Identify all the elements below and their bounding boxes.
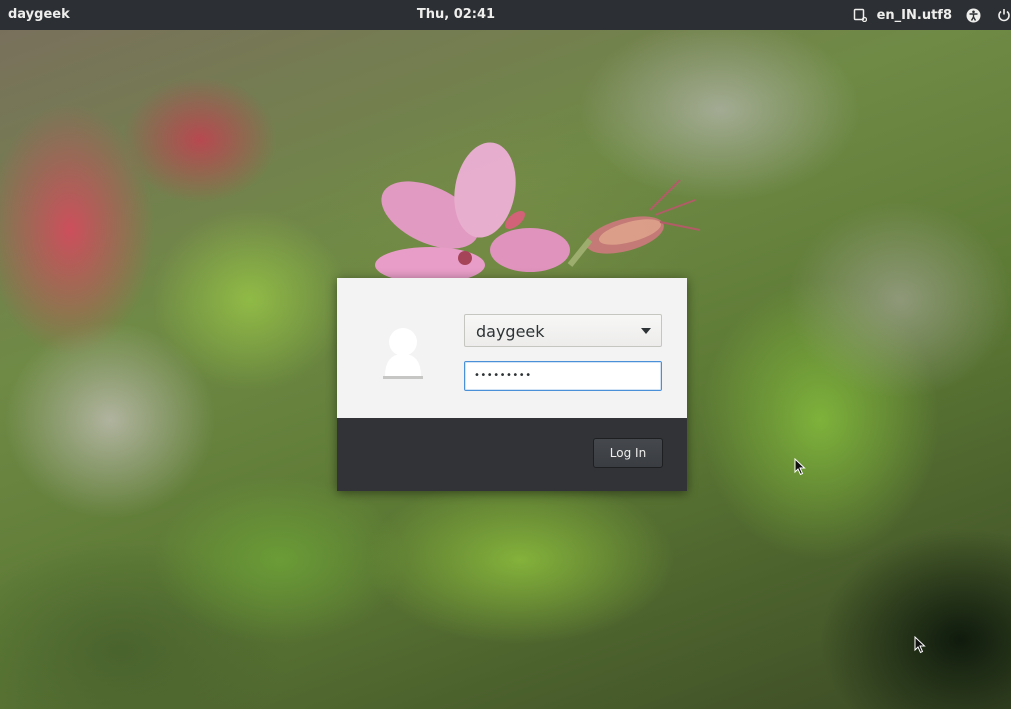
password-field[interactable]: ••••••••• <box>464 361 662 391</box>
keyboard-layout-icon[interactable] <box>853 0 867 30</box>
log-in-button[interactable]: Log In <box>593 438 663 468</box>
mouse-cursor-icon <box>794 458 806 476</box>
username-combobox[interactable]: daygeek <box>464 314 662 347</box>
clock-label[interactable]: Thu, 02:41 <box>0 7 912 22</box>
locale-indicator[interactable]: en_IN.utf8 <box>877 8 952 23</box>
chevron-down-icon <box>641 328 651 334</box>
login-dialog-body: daygeek ••••••••• <box>337 278 687 418</box>
login-dialog: daygeek ••••••••• Log In <box>337 278 687 491</box>
user-avatar-icon <box>383 328 423 379</box>
power-icon[interactable] <box>997 0 1011 30</box>
wallpaper-flower <box>375 142 701 280</box>
top-panel: daygeek Thu, 02:41 en_IN.utf8 <box>0 0 1011 30</box>
password-value: ••••••••• <box>474 370 532 381</box>
login-screen: daygeek Thu, 02:41 en_IN.utf8 daygeek ••… <box>0 0 1011 709</box>
username-value: daygeek <box>476 322 545 341</box>
mouse-cursor-icon <box>914 636 926 654</box>
accessibility-icon[interactable] <box>966 0 981 30</box>
top-panel-indicators: en_IN.utf8 <box>853 0 1011 30</box>
